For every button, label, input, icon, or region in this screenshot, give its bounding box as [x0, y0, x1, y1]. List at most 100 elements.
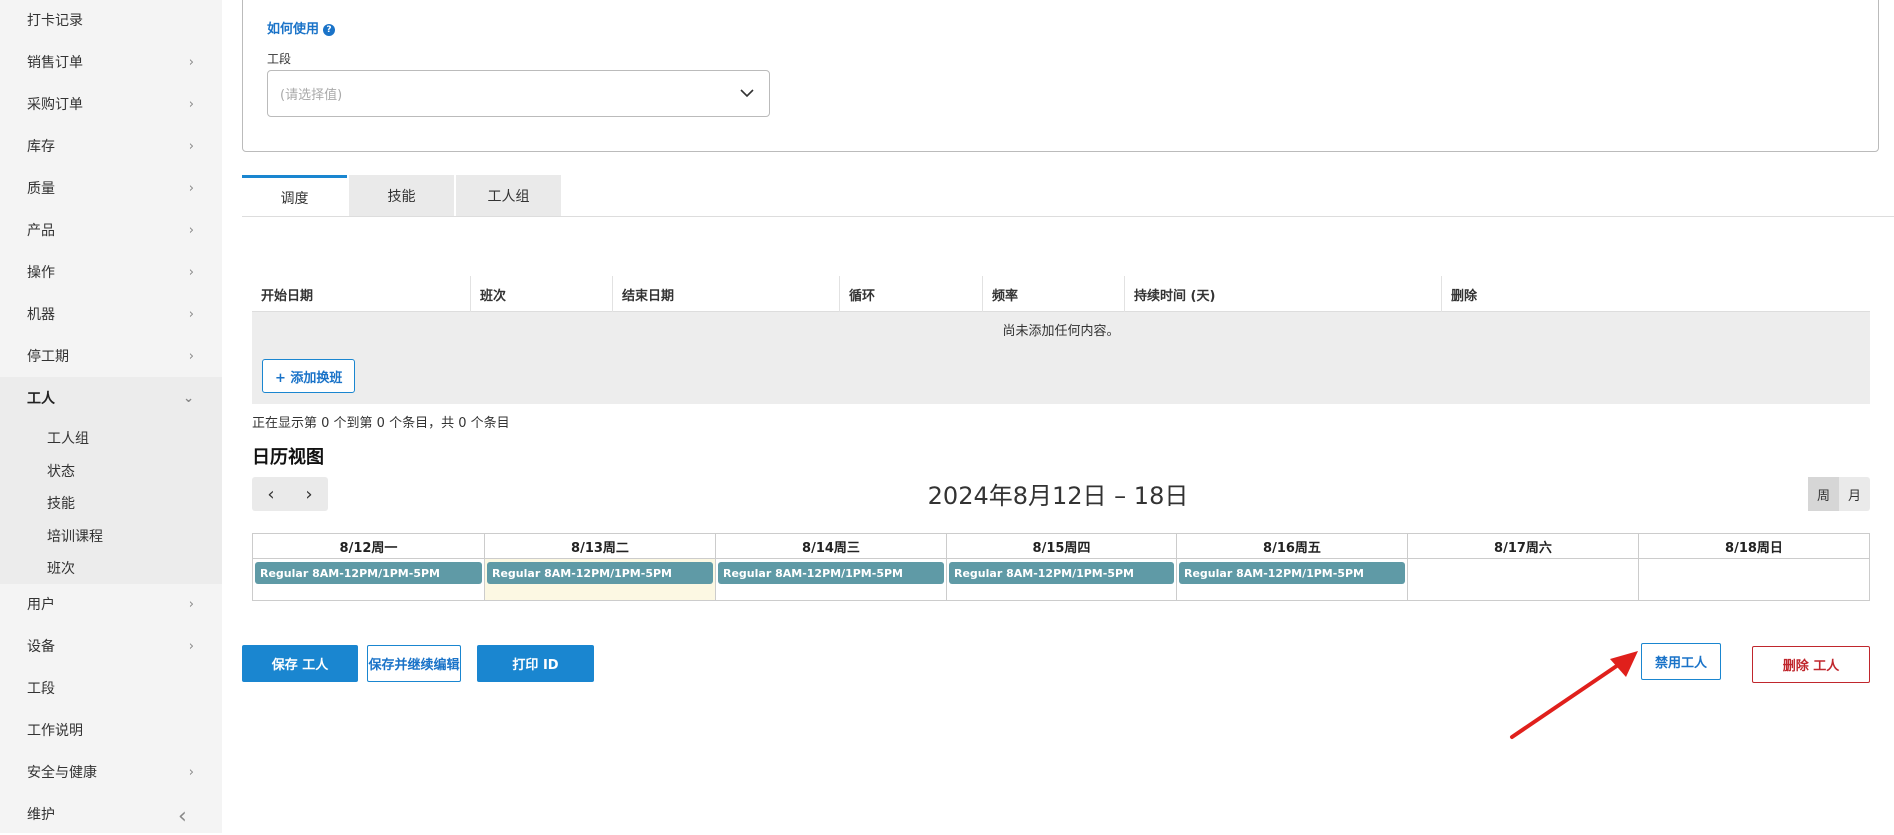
section-select[interactable]: (请选择值)	[267, 70, 770, 117]
calendar-title: 日历视图	[252, 447, 324, 468]
how-to-use-link[interactable]: 如何使用?	[267, 18, 336, 37]
collapse-sidebar-icon[interactable]: ‹	[178, 804, 187, 829]
calendar-grid: 8/12周一 Regular 8AM-12PM/1PM-5PM 8/13周二 Regu…	[252, 533, 1870, 601]
calendar-view-switch: 周 月	[1808, 477, 1870, 511]
main-content: 如何使用? 工段 (请选择值) 调度 技能 工人组 开始日期 班次 结束日期 循环 频率…	[222, 0, 1894, 833]
month-view-button[interactable]: 月	[1839, 477, 1870, 511]
section-field-label: 工段	[267, 52, 292, 66]
sidebar-item-13[interactable]: 工作说明	[0, 709, 222, 751]
sidebar-item-label: 质量	[27, 181, 55, 197]
chevron-right-icon: ›	[188, 54, 194, 70]
shift-event[interactable]: Regular 8AM-12PM/1PM-5PM	[487, 562, 713, 584]
sidebar-subitem-3[interactable]: 培训课程	[47, 526, 103, 546]
question-icon: ?	[323, 24, 336, 36]
schedule-table-header: 开始日期 班次 结束日期 循环 频率 持续时间 (天) 删除	[252, 276, 1870, 312]
save-worker-button[interactable]: 保存 工人	[242, 645, 358, 682]
sidebar-item-label: 产品	[27, 223, 55, 239]
sidebar-item-5[interactable]: 产品 ›	[0, 209, 222, 251]
delete-worker-button[interactable]: 删除 工人	[1752, 646, 1870, 683]
day-header: 8/18周日	[1638, 534, 1869, 559]
chevron-right-icon: ›	[188, 96, 194, 112]
chevron-right-icon: ›	[188, 596, 194, 612]
column-header-3[interactable]: 循环	[839, 276, 982, 312]
sidebar-subitem-1[interactable]: 状态	[47, 461, 75, 481]
column-header-1[interactable]: 班次	[470, 276, 612, 312]
sidebar-subitem-2[interactable]: 技能	[47, 493, 75, 513]
chevron-right-icon: ›	[188, 638, 194, 654]
day-cell[interactable]: Regular 8AM-12PM/1PM-5PM	[715, 559, 946, 600]
sidebar-item-label: 采购订单	[27, 97, 83, 113]
sidebar-item-2[interactable]: 采购订单 ›	[0, 83, 222, 125]
sidebar: 打卡记录 销售订单 › 采购订单 › 库存 › 质量 › 产品 › 操作 › 机器 › 停工期 › 工人 ⌄ 用户 › 设…	[0, 0, 222, 833]
sidebar-item-label: 停工期	[27, 349, 69, 365]
sidebar-item-label: 机器	[27, 307, 55, 323]
sidebar-item-3[interactable]: 库存 ›	[0, 125, 222, 167]
column-header-6[interactable]: 删除	[1441, 276, 1870, 312]
sidebar-item-8[interactable]: 停工期 ›	[0, 335, 222, 377]
add-shift-button[interactable]: + 添加换班	[262, 359, 356, 393]
sidebar-item-label: 维护	[27, 807, 55, 823]
sidebar-item-1[interactable]: 销售订单 ›	[0, 41, 222, 83]
column-header-5[interactable]: 持续时间 (天)	[1124, 276, 1441, 312]
chevron-right-icon: ›	[188, 138, 194, 154]
day-header: 8/13周二	[484, 534, 715, 559]
sidebar-item-label: 工人	[27, 391, 55, 407]
sidebar-item-label: 工段	[27, 681, 55, 697]
sidebar-item-6[interactable]: 操作 ›	[0, 251, 222, 293]
day-header: 8/14周三	[715, 534, 946, 559]
sidebar-item-label: 销售订单	[27, 55, 83, 71]
sidebar-item-14[interactable]: 安全与健康 ›	[0, 751, 222, 793]
chevron-right-icon: ›	[188, 306, 194, 322]
column-header-0[interactable]: 开始日期	[252, 276, 470, 312]
chevron-right-icon: ›	[188, 348, 194, 364]
annotation-arrow	[1510, 651, 1638, 739]
how-to-use-label[interactable]: 如何使用	[267, 22, 319, 37]
week-view-button[interactable]: 周	[1808, 477, 1839, 511]
day-cell[interactable]: Regular 8AM-12PM/1PM-5PM	[946, 559, 1176, 600]
shift-event[interactable]: Regular 8AM-12PM/1PM-5PM	[255, 562, 482, 584]
sidebar-item-12[interactable]: 工段	[0, 667, 222, 709]
sidebar-subitem-0[interactable]: 工人组	[47, 428, 89, 448]
sidebar-item-10[interactable]: 用户 ›	[0, 583, 222, 625]
print-id-button[interactable]: 打印 ID	[477, 645, 594, 682]
sidebar-item-7[interactable]: 机器 ›	[0, 293, 222, 335]
sidebar-item-0[interactable]: 打卡记录	[0, 0, 222, 41]
column-header-2[interactable]: 结束日期	[612, 276, 839, 312]
shift-event[interactable]: Regular 8AM-12PM/1PM-5PM	[718, 562, 944, 584]
tab-skills[interactable]: 技能	[349, 175, 454, 217]
sidebar-item-label: 设备	[27, 639, 55, 655]
shift-event[interactable]: Regular 8AM-12PM/1PM-5PM	[949, 562, 1174, 584]
sidebar-item-4[interactable]: 质量 ›	[0, 167, 222, 209]
sidebar-item-label: 用户	[27, 597, 55, 613]
day-header: 8/17周六	[1407, 534, 1638, 559]
day-cell[interactable]: Regular 8AM-12PM/1PM-5PM	[1176, 559, 1407, 600]
empty-table-message: 尚未添加任何内容。	[1002, 324, 1120, 339]
day-cell[interactable]	[1638, 559, 1869, 600]
day-cell[interactable]: Regular 8AM-12PM/1PM-5PM	[484, 559, 715, 600]
calendar-range: 2024年8月12日 – 18日	[927, 482, 1189, 510]
chevron-down-icon: ⌄	[183, 390, 194, 406]
disable-worker-button[interactable]: 禁用工人	[1641, 643, 1721, 680]
column-header-4[interactable]: 频率	[982, 276, 1124, 312]
day-header: 8/16周五	[1176, 534, 1407, 559]
chevron-right-icon: ›	[188, 222, 194, 238]
day-cell[interactable]	[1407, 559, 1638, 600]
sidebar-item-label: 工作说明	[27, 723, 83, 739]
shift-event[interactable]: Regular 8AM-12PM/1PM-5PM	[1179, 562, 1405, 584]
section-select-placeholder: (请选择值)	[280, 88, 343, 103]
tab-schedule[interactable]: 调度	[242, 175, 347, 217]
chevron-down-icon	[740, 89, 754, 98]
day-cell[interactable]: Regular 8AM-12PM/1PM-5PM	[253, 559, 484, 600]
sidebar-item-11[interactable]: 设备 ›	[0, 625, 222, 667]
tab-worker-groups[interactable]: 工人组	[456, 175, 561, 217]
sidebar-item-9[interactable]: 工人 ⌄	[0, 377, 222, 419]
schedule-table-body: 尚未添加任何内容。 + 添加换班	[252, 312, 1870, 404]
sidebar-subitem-4[interactable]: 班次	[47, 558, 75, 578]
chevron-right-icon: ›	[188, 264, 194, 280]
sidebar-item-label: 库存	[27, 139, 55, 155]
day-header: 8/15周四	[946, 534, 1176, 559]
save-continue-button[interactable]: 保存并继续编辑	[367, 645, 461, 682]
sidebar-item-15[interactable]: 维护	[0, 793, 222, 835]
tab-divider	[242, 216, 1894, 217]
table-info: 正在显示第 0 个到第 0 个条目，共 0 个条目	[252, 416, 510, 431]
